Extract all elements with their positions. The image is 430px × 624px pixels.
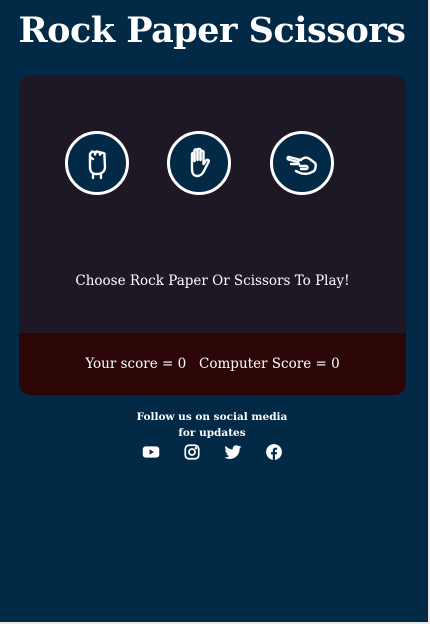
- social-line-2: for updates: [178, 427, 246, 439]
- paper-button[interactable]: [167, 131, 231, 195]
- instagram-link[interactable]: [183, 443, 201, 461]
- twitter-link[interactable]: [223, 443, 242, 461]
- play-prompt: Choose Rock Paper Or Scissors To Play!: [75, 273, 350, 289]
- social-caption: Follow us on social media for updates: [0, 409, 424, 441]
- facebook-icon: [265, 444, 282, 460]
- player-score-value: 0: [177, 356, 187, 372]
- hand-scissors-icon: [286, 155, 317, 175]
- player-score-label: Your score =: [85, 356, 178, 372]
- score-bar: Your score = 0 Computer Score = 0: [19, 333, 406, 395]
- youtube-link[interactable]: [142, 443, 160, 461]
- computer-score-value: 0: [331, 356, 340, 372]
- instagram-icon: [183, 444, 200, 460]
- page-title: Rock Paper Scissors: [18, 10, 406, 51]
- game-card: Choose Rock Paper Or Scissors To Play! Y…: [19, 75, 406, 395]
- youtube-icon: [142, 446, 159, 458]
- social-icons: [0, 443, 424, 461]
- computer-score-label: Computer Score =: [199, 356, 332, 372]
- facebook-link[interactable]: [265, 443, 283, 461]
- social-line-1: Follow us on social media: [136, 411, 288, 423]
- scissors-button[interactable]: [270, 131, 334, 195]
- hand-paper-icon: [190, 147, 210, 178]
- score-spacer: [186, 356, 199, 372]
- twitter-icon: [223, 445, 241, 459]
- rock-button[interactable]: [65, 131, 129, 195]
- hand-fist-icon: [88, 150, 107, 180]
